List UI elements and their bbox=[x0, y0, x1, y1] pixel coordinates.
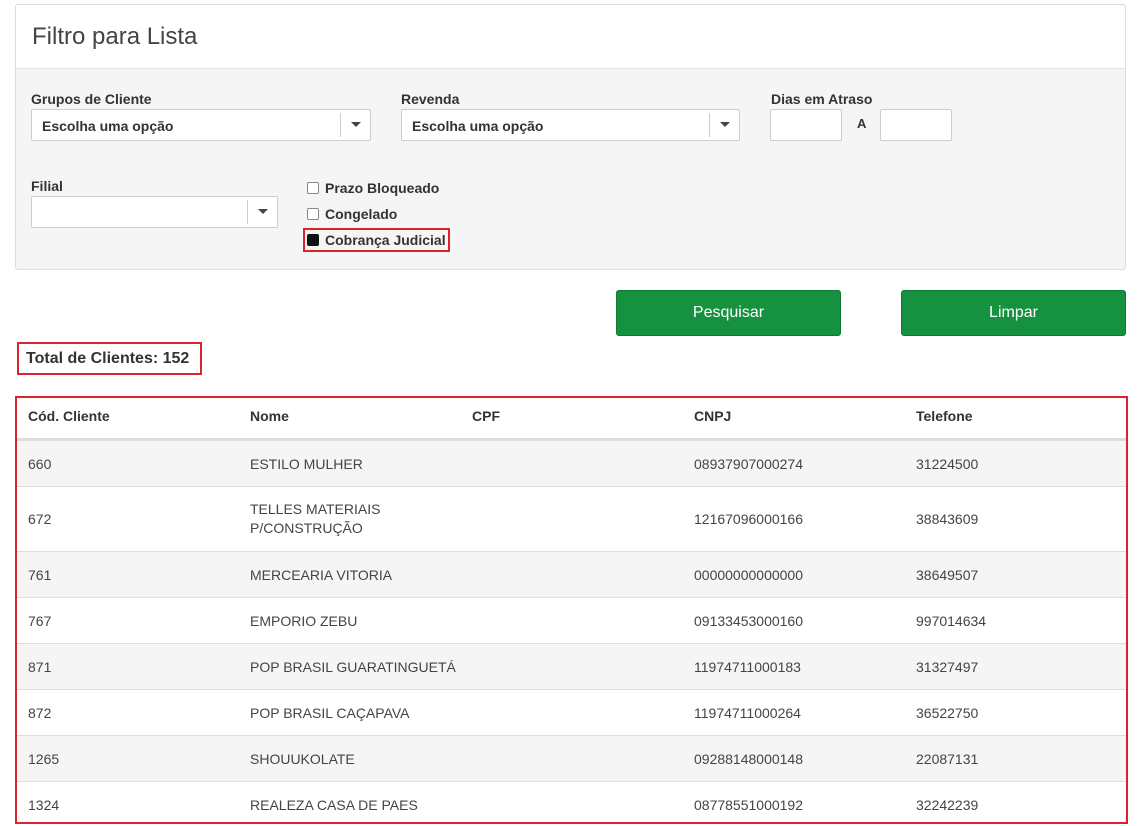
cell-cod: 660 bbox=[28, 456, 52, 472]
dias-atraso-label: Dias em Atraso bbox=[771, 91, 873, 107]
cell-nome: TELLES MATERIAIS bbox=[250, 501, 381, 517]
table-header: Cód. Cliente Nome CPF CNPJ Telefone bbox=[17, 398, 1126, 440]
table-row[interactable]: 1324 REALEZA CASA DE PAES 08778551000192… bbox=[17, 781, 1126, 822]
grupos-label: Grupos de Cliente bbox=[31, 91, 152, 107]
chevron-down-icon[interactable] bbox=[247, 200, 277, 224]
search-button[interactable]: Pesquisar bbox=[616, 290, 841, 336]
filial-label: Filial bbox=[31, 178, 63, 194]
cell-cnpj: 11974711000183 bbox=[694, 659, 801, 675]
checkbox-congelado[interactable]: Congelado bbox=[307, 204, 397, 224]
cell-cod: 1324 bbox=[28, 797, 60, 813]
dias-atraso-to-input[interactable] bbox=[880, 109, 952, 141]
total-clients: Total de Clientes: 152 bbox=[17, 342, 202, 375]
table-row[interactable]: 660 ESTILO MULHER 08937907000274 3122450… bbox=[17, 440, 1126, 486]
header-nome[interactable]: Nome bbox=[250, 408, 289, 424]
cell-cnpj: 09288148000148 bbox=[694, 751, 804, 767]
dias-atraso-separator: A bbox=[857, 116, 867, 131]
filter-panel-title: Filtro para Lista bbox=[32, 23, 198, 50]
cell-nome: REALEZA CASA DE PAES bbox=[250, 797, 418, 813]
cell-cod: 1265 bbox=[28, 751, 60, 767]
cell-nome-line2: P/CONSTRUÇÃO bbox=[250, 520, 363, 536]
header-cod-cliente[interactable]: Cód. Cliente bbox=[28, 408, 110, 424]
cell-cnpj: 12167096000166 bbox=[694, 511, 804, 527]
header-telefone[interactable]: Telefone bbox=[916, 408, 973, 424]
dias-atraso-from-input[interactable] bbox=[770, 109, 842, 141]
checkbox-prazo-bloqueado[interactable]: Prazo Bloqueado bbox=[307, 178, 439, 198]
cell-telefone: 38649507 bbox=[916, 567, 979, 583]
grupos-select[interactable]: Escolha uma opção bbox=[31, 109, 371, 141]
checkbox-checked-icon[interactable] bbox=[307, 234, 319, 246]
checkbox-label: Congelado bbox=[325, 206, 398, 222]
cell-cnpj: 08937907000274 bbox=[694, 456, 804, 472]
cell-nome: POP BRASIL CAÇAPAVA bbox=[250, 705, 410, 721]
table-row[interactable]: 672 TELLES MATERIAIS P/CONSTRUÇÃO 121670… bbox=[17, 486, 1126, 551]
cell-cnpj: 08778551000192 bbox=[694, 797, 804, 813]
revenda-select[interactable]: Escolha uma opção bbox=[401, 109, 740, 141]
cell-telefone: 31327497 bbox=[916, 659, 979, 675]
cell-nome: POP BRASIL GUARATINGUETÁ bbox=[250, 659, 456, 675]
cell-cod: 672 bbox=[28, 511, 52, 527]
table-row[interactable]: 1265 SHOUUKOLATE 09288148000148 22087131 bbox=[17, 735, 1126, 781]
revenda-select-value: Escolha uma opção bbox=[412, 118, 544, 134]
cell-nome: MERCEARIA VITORIA bbox=[250, 567, 393, 583]
table-row[interactable]: 871 POP BRASIL GUARATINGUETÁ 11974711000… bbox=[17, 643, 1126, 689]
cell-cnpj: 11974711000264 bbox=[694, 705, 801, 721]
checkbox-label: Prazo Bloqueado bbox=[325, 180, 440, 196]
cell-telefone: 36522750 bbox=[916, 705, 979, 721]
clients-table: Cód. Cliente Nome CPF CNPJ Telefone 660 … bbox=[15, 396, 1128, 824]
checkbox-icon[interactable] bbox=[307, 182, 319, 194]
header-cpf[interactable]: CPF bbox=[472, 408, 500, 424]
cell-cod: 871 bbox=[28, 659, 52, 675]
cell-telefone: 32242239 bbox=[916, 797, 979, 813]
chevron-down-icon[interactable] bbox=[340, 113, 370, 137]
revenda-label: Revenda bbox=[401, 91, 460, 107]
chevron-down-icon[interactable] bbox=[709, 113, 739, 137]
cell-cod: 872 bbox=[28, 705, 52, 721]
grupos-select-value: Escolha uma opção bbox=[42, 118, 174, 134]
cell-cnpj: 09133453000160 bbox=[694, 613, 804, 629]
clear-button[interactable]: Limpar bbox=[901, 290, 1126, 336]
cell-cod: 761 bbox=[28, 567, 52, 583]
cell-telefone: 38843609 bbox=[916, 511, 979, 527]
header-cnpj[interactable]: CNPJ bbox=[694, 408, 731, 424]
cell-cnpj: 00000000000000 bbox=[694, 567, 804, 583]
cell-nome: EMPORIO ZEBU bbox=[250, 613, 358, 629]
checkbox-cobranca-judicial[interactable]: Cobrança Judicial bbox=[307, 230, 446, 250]
table-row[interactable]: 761 MERCEARIA VITORIA 00000000000000 386… bbox=[17, 551, 1126, 597]
table-row[interactable]: 767 EMPORIO ZEBU 09133453000160 99701463… bbox=[17, 597, 1126, 643]
cell-nome: ESTILO MULHER bbox=[250, 456, 363, 472]
cell-telefone: 31224500 bbox=[916, 456, 979, 472]
table-row[interactable]: 872 POP BRASIL CAÇAPAVA 11974711000264 3… bbox=[17, 689, 1126, 735]
checkbox-label: Cobrança Judicial bbox=[325, 232, 446, 248]
cell-nome: SHOUUKOLATE bbox=[250, 751, 355, 767]
cell-telefone: 22087131 bbox=[916, 751, 979, 767]
checkbox-icon[interactable] bbox=[307, 208, 319, 220]
filial-select[interactable] bbox=[31, 196, 278, 228]
cell-telefone: 997014634 bbox=[916, 613, 987, 629]
cell-cod: 767 bbox=[28, 613, 52, 629]
